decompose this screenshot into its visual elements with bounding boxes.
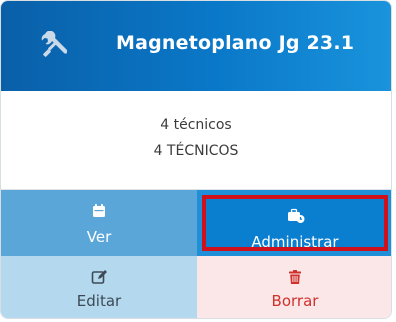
- ver-label: Ver: [86, 228, 112, 246]
- technician-count: 4 técnicos: [160, 117, 232, 133]
- borrar-button[interactable]: Borrar: [197, 256, 391, 318]
- trash-icon: [287, 269, 303, 285]
- editar-label: Editar: [76, 292, 122, 310]
- edit-icon: [91, 269, 107, 285]
- administrar-label: Administrar: [251, 233, 339, 251]
- administrar-highlight: Administrar: [202, 195, 388, 251]
- ver-button[interactable]: Ver: [1, 190, 197, 256]
- briefcase-clock-icon: [287, 208, 305, 224]
- tools-icon: [39, 30, 68, 59]
- card-header: Magnetoplano Jg 23.1: [1, 1, 391, 91]
- group-card: Magnetoplano Jg 23.1 4 técnicos 4 TÉCNIC…: [0, 0, 392, 319]
- technician-count-upper: 4 TÉCNICOS: [153, 143, 239, 159]
- borrar-label: Borrar: [271, 292, 319, 310]
- editar-button[interactable]: Editar: [1, 256, 197, 318]
- card-title: Magnetoplano Jg 23.1: [116, 32, 355, 54]
- administrar-button[interactable]: Administrar: [197, 190, 391, 256]
- calendar-icon: [91, 203, 107, 219]
- card-body: 4 técnicos 4 TÉCNICOS: [1, 91, 391, 190]
